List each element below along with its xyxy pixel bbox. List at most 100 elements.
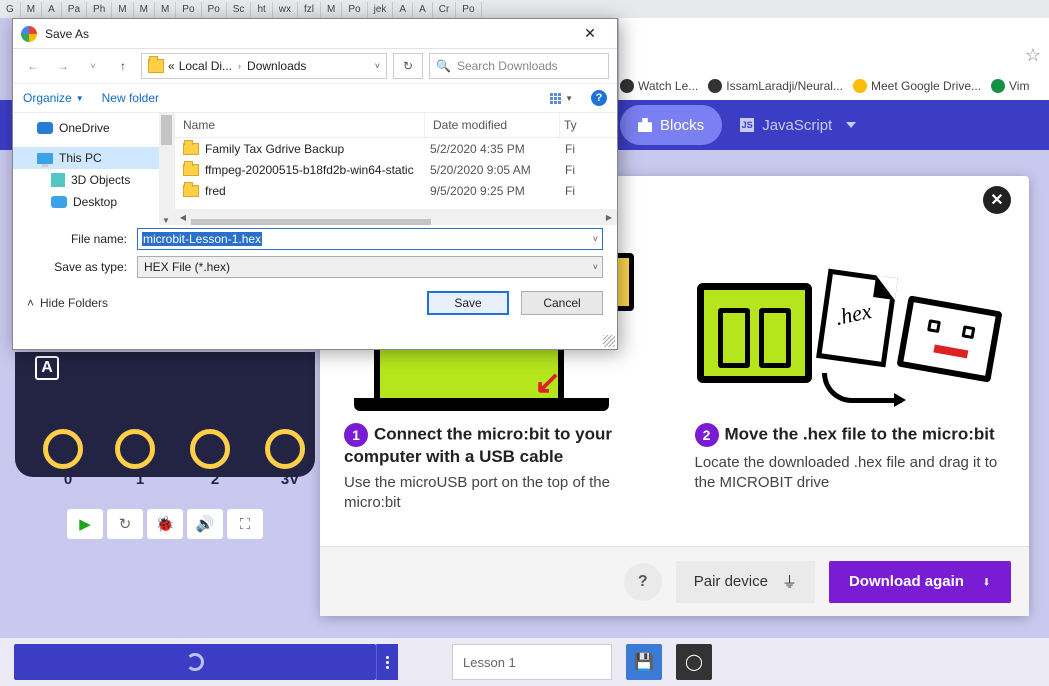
- browser-tab[interactable]: A: [42, 2, 62, 17]
- hide-folders-toggle[interactable]: ˄ Hide Folders: [27, 296, 108, 310]
- bookmark-label: Watch Le...: [638, 79, 698, 93]
- file-row[interactable]: ffmpeg-20200515-b18fd2b-win64-static 5/2…: [175, 159, 617, 180]
- browser-tab[interactable]: M: [321, 2, 342, 17]
- tree-item-onedrive[interactable]: OneDrive: [13, 117, 174, 139]
- column-headers[interactable]: Name Date modified Ty: [175, 113, 617, 138]
- close-icon[interactable]: ✕: [571, 20, 609, 48]
- browser-tab[interactable]: Pa: [62, 2, 87, 17]
- chevron-down-icon[interactable]: ˅: [593, 234, 598, 244]
- browser-tab[interactable]: Po: [456, 2, 481, 17]
- new-folder-button[interactable]: New folder: [102, 91, 159, 105]
- bookmark-star-icon[interactable]: ☆: [1025, 45, 1041, 66]
- step-1-body: Use the microUSB port on the top of the …: [344, 473, 655, 514]
- browser-tab[interactable]: M: [155, 2, 176, 17]
- file-row[interactable]: Family Tax Gdrive Backup 5/2/2020 4:35 P…: [175, 138, 617, 159]
- save-button[interactable]: 💾: [626, 644, 662, 680]
- browser-tab[interactable]: Cr: [433, 2, 457, 17]
- search-input[interactable]: 🔍 Search Downloads: [429, 53, 609, 79]
- tree-item-desktop[interactable]: Desktop: [13, 191, 174, 213]
- view-mode-button[interactable]: ▼: [550, 93, 573, 104]
- project-name-input[interactable]: Lesson 1: [452, 644, 612, 680]
- browser-tab[interactable]: M: [134, 2, 155, 17]
- nav-recent-button[interactable]: ˅: [81, 54, 105, 78]
- browser-tab[interactable]: Ph: [87, 2, 112, 17]
- pin-0[interactable]: 0: [43, 429, 83, 469]
- download-again-button[interactable]: Download again ⬇: [829, 561, 1011, 603]
- download-button-loading[interactable]: [14, 644, 376, 680]
- close-button[interactable]: ✕: [983, 186, 1011, 214]
- folder-icon: [183, 185, 199, 197]
- browser-tab[interactable]: A: [393, 2, 413, 17]
- column-name[interactable]: Name: [175, 113, 425, 137]
- chevron-right-icon[interactable]: ›: [238, 61, 241, 71]
- save-button[interactable]: Save: [427, 291, 509, 315]
- nav-back-button[interactable]: ←: [21, 54, 45, 78]
- nav-up-button[interactable]: ↑: [111, 54, 135, 78]
- cancel-button[interactable]: Cancel: [521, 291, 603, 315]
- github-icon: [708, 79, 722, 93]
- browser-tab[interactable]: G: [0, 2, 21, 17]
- browser-tab[interactable]: M: [112, 2, 133, 17]
- pin-1[interactable]: 1: [115, 429, 155, 469]
- tab-blocks[interactable]: Blocks: [620, 105, 722, 145]
- column-date[interactable]: Date modified: [425, 113, 560, 137]
- browser-tab[interactable]: wx: [273, 2, 298, 17]
- resize-handle[interactable]: [603, 335, 615, 347]
- pin-2[interactable]: 2: [190, 429, 230, 469]
- sound-button[interactable]: 🔊: [187, 509, 223, 539]
- savetype-select[interactable]: HEX File (*.hex) ˅: [137, 256, 603, 278]
- button-a[interactable]: A: [35, 356, 59, 380]
- browser-tab[interactable]: Po: [176, 2, 201, 17]
- bookmark-item[interactable]: Watch Le...: [620, 79, 698, 93]
- dialog-nav-row: ← → ˅ ↑ « Local Di... › Downloads ˅ ↻ 🔍 …: [13, 49, 617, 83]
- browser-tab[interactable]: Po: [202, 2, 227, 17]
- browser-tab[interactable]: M: [21, 2, 42, 17]
- tree-item-3d-objects[interactable]: 3D Objects: [13, 169, 174, 191]
- list-h-scrollbar[interactable]: ◀ ▶: [175, 209, 617, 225]
- breadcrumb[interactable]: « Local Di... › Downloads ˅: [141, 53, 387, 79]
- pin-3v[interactable]: 3V: [265, 429, 305, 469]
- chevron-down-icon[interactable]: ˅: [375, 61, 380, 71]
- bookmark-item[interactable]: Vim: [991, 79, 1029, 93]
- simulator-board[interactable]: A 0 1 2 3V: [15, 352, 315, 477]
- filename-label: File name:: [27, 232, 137, 246]
- browser-tab[interactable]: Sc: [227, 2, 252, 17]
- nav-forward-button[interactable]: →: [51, 54, 75, 78]
- browser-tab[interactable]: A: [413, 2, 433, 17]
- scrollbar-thumb[interactable]: [161, 115, 172, 145]
- step-number-badge: 2: [695, 423, 719, 447]
- browser-tab[interactable]: fzl: [298, 2, 321, 17]
- savetype-label: Save as type:: [27, 260, 137, 274]
- bookmark-item[interactable]: IssamLaradji/Neural...: [708, 79, 843, 93]
- github-button[interactable]: ◯: [676, 644, 712, 680]
- organize-menu[interactable]: Organize▼: [23, 91, 84, 105]
- help-button[interactable]: ?: [624, 563, 662, 601]
- file-row[interactable]: fred 9/5/2020 9:25 PM Fi: [175, 180, 617, 201]
- chevron-down-icon[interactable]: [846, 122, 856, 128]
- filename-input[interactable]: microbit-Lesson-1.hex ˅: [137, 228, 603, 250]
- column-type[interactable]: Ty: [560, 113, 590, 137]
- dialog-toolbar: Organize▼ New folder ▼ ?: [13, 83, 617, 113]
- breadcrumb-segment[interactable]: Local Di...: [179, 59, 232, 73]
- refresh-button[interactable]: ↻: [393, 53, 423, 79]
- restart-button[interactable]: ↻: [107, 509, 143, 539]
- bookmark-item[interactable]: Meet Google Drive...: [853, 79, 981, 93]
- fullscreen-button[interactable]: ⛶: [227, 509, 263, 539]
- breadcrumb-segment[interactable]: Downloads: [247, 59, 306, 73]
- tree-item-this-pc[interactable]: This PC: [13, 147, 174, 169]
- browser-tab[interactable]: ht: [251, 2, 272, 17]
- chrome-icon: [21, 26, 37, 42]
- download-menu-button[interactable]: [376, 644, 398, 680]
- chevron-down-icon[interactable]: ˅: [593, 262, 598, 272]
- tree-scrollbar[interactable]: ▲ ▼: [159, 113, 174, 225]
- tab-javascript[interactable]: JS JavaScript: [722, 105, 874, 145]
- play-button[interactable]: ▶: [67, 509, 103, 539]
- debug-button[interactable]: 🐞: [147, 509, 183, 539]
- dialog-titlebar[interactable]: Save As ✕: [13, 19, 617, 49]
- browser-tab[interactable]: jek: [368, 2, 394, 17]
- folder-tree[interactable]: OneDrive This PC 3D Objects Desktop ▲ ▼: [13, 113, 175, 225]
- scrollbar-thumb[interactable]: [191, 219, 431, 225]
- pair-device-button[interactable]: Pair device ⏚: [676, 561, 815, 603]
- help-icon[interactable]: ?: [591, 90, 607, 106]
- browser-tab[interactable]: Po: [342, 2, 367, 17]
